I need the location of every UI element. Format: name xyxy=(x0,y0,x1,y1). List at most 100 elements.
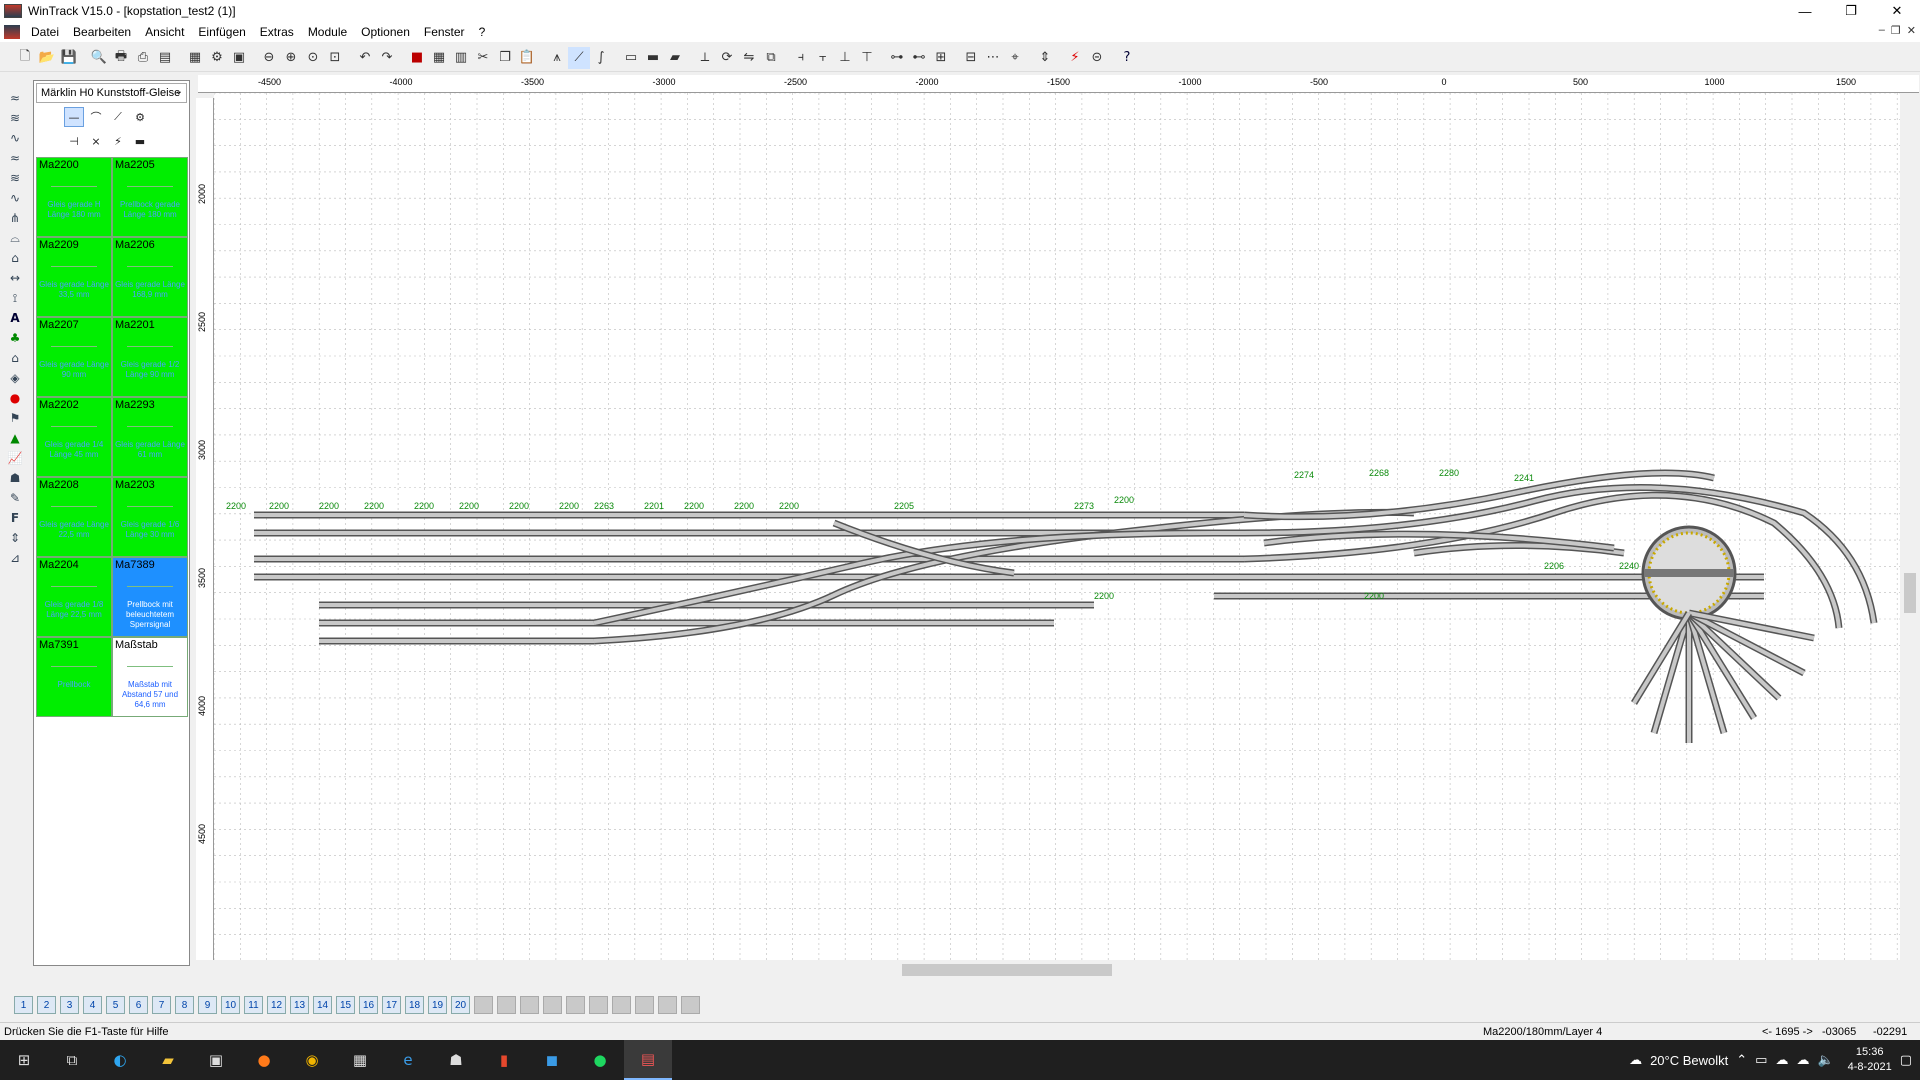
print-icon[interactable]: 🖶 xyxy=(110,47,132,69)
horizontal-scroll-thumb[interactable] xyxy=(902,964,1112,976)
tunnel-icon[interactable]: ⌂ xyxy=(4,248,26,268)
flex-track3-icon[interactable]: ∿ xyxy=(4,128,26,148)
layer-button-10[interactable]: 10 xyxy=(221,996,240,1014)
file-explorer-icon[interactable]: ▰ xyxy=(144,1040,192,1080)
align-bottom-icon[interactable]: ⊷ xyxy=(908,47,930,69)
node-icon[interactable]: ⟟ xyxy=(4,288,26,308)
catalog-selector[interactable]: Märklin H0 Kunststoff-Gleise ⌄ xyxy=(36,83,187,103)
stall-track-ballast[interactable] xyxy=(1652,612,1691,734)
calculator-icon[interactable]: ▦ xyxy=(336,1040,384,1080)
new-file-icon[interactable]: 🗋 xyxy=(14,47,36,69)
layer-button-empty[interactable] xyxy=(497,996,516,1014)
layout-canvas[interactable]: 2200 2200 2200 2200 2200 2200 2200 2200 2263 2201… xyxy=(213,92,1900,960)
turntable-bridge[interactable] xyxy=(1644,569,1734,577)
rotate-icon[interactable]: ⟳ xyxy=(716,47,738,69)
help-icon[interactable]: ? xyxy=(1116,47,1138,69)
mdi-restore-button[interactable]: ❐ xyxy=(1891,24,1901,37)
layer-button-4[interactable]: 4 xyxy=(83,996,102,1014)
align-left-icon[interactable]: ⫞ xyxy=(790,47,812,69)
layer-button-empty[interactable] xyxy=(635,996,654,1014)
layer-button-2[interactable]: 2 xyxy=(37,996,56,1014)
signal-pole-icon[interactable]: ⚑ xyxy=(4,408,26,428)
notification-icon[interactable]: ▢ xyxy=(1900,1053,1912,1068)
office-icon[interactable]: ▮ xyxy=(480,1040,528,1080)
layer-button-empty[interactable] xyxy=(543,996,562,1014)
zoom-fit-icon[interactable]: ⊙ xyxy=(302,47,324,69)
chart-icon[interactable]: 📈 xyxy=(4,448,26,468)
text-icon[interactable]: A xyxy=(4,308,26,328)
clock[interactable]: 15:36 4-8-2021 xyxy=(1848,1045,1892,1075)
menu-help[interactable]: ? xyxy=(472,25,493,39)
book-icon[interactable]: ■ xyxy=(406,47,428,69)
volume-icon[interactable]: 🔈 xyxy=(1817,1053,1833,1068)
layer-button-19[interactable]: 19 xyxy=(428,996,447,1014)
ie-icon[interactable]: e xyxy=(384,1040,432,1080)
landscape-icon[interactable]: ▲ xyxy=(4,428,26,448)
undo-icon[interactable]: ↶ xyxy=(354,47,376,69)
layer-button-empty[interactable] xyxy=(612,996,631,1014)
layer-front-icon[interactable]: ▭ xyxy=(620,47,642,69)
catalog-tile-ma2207[interactable]: Ma2207 Gleis gerade Länge 90 mm xyxy=(36,317,112,397)
vertical-scrollbar[interactable] xyxy=(1902,93,1918,960)
catalog-tile-ma2293[interactable]: Ma2293 Gleis gerade Länge 61 mm xyxy=(112,397,188,477)
align-mid-icon[interactable]: ⊶ xyxy=(886,47,908,69)
layer-button-empty[interactable] xyxy=(658,996,677,1014)
mdi-close-button[interactable]: ✕ xyxy=(1907,24,1916,37)
flex-track5-icon[interactable]: ≋ xyxy=(4,168,26,188)
chrome-icon[interactable]: ◉ xyxy=(288,1040,336,1080)
electric-type-icon[interactable]: ⚡ xyxy=(108,131,128,151)
menu-module[interactable]: Module xyxy=(301,25,354,39)
layer-button-6[interactable]: 6 xyxy=(129,996,148,1014)
curved-track-icon[interactable]: ⌒ xyxy=(86,107,106,127)
layer-button-15[interactable]: 15 xyxy=(336,996,355,1014)
mdi-minimize-button[interactable]: – xyxy=(1879,24,1885,37)
bridge-icon[interactable]: ⌓ xyxy=(4,228,26,248)
layer-button-3[interactable]: 3 xyxy=(60,996,79,1014)
layer-mid-icon[interactable]: ▬ xyxy=(642,47,664,69)
filter-icon[interactable]: ⩚ xyxy=(546,47,568,69)
layer-button-11[interactable]: 11 xyxy=(244,996,263,1014)
catalog-tile-ma2202[interactable]: Ma2202 Gleis gerade 1/4 Länge 45 mm xyxy=(36,397,112,477)
tray-chevron-up-icon[interactable]: ⌃ xyxy=(1736,1053,1747,1068)
height-marker-icon[interactable]: ⇕ xyxy=(4,528,26,548)
layer-button-16[interactable]: 16 xyxy=(359,996,378,1014)
layer-button-17[interactable]: 17 xyxy=(382,996,401,1014)
align-right-icon[interactable]: ⊥ xyxy=(834,47,856,69)
menu-einfuegen[interactable]: Einfügen xyxy=(191,25,252,39)
flex-track-icon[interactable]: ≈ xyxy=(4,88,26,108)
layer-button-13[interactable]: 13 xyxy=(290,996,309,1014)
zoom-in-icon[interactable]: ⊕ xyxy=(280,47,302,69)
app-icon[interactable]: ☗ xyxy=(432,1040,480,1080)
layer-button-20[interactable]: 20 xyxy=(451,996,470,1014)
firefox-icon[interactable]: ● xyxy=(240,1040,288,1080)
cut-icon[interactable]: ✂ xyxy=(472,47,494,69)
grid2-icon[interactable]: ▥ xyxy=(450,47,472,69)
catalog-tile-ma2208[interactable]: Ma2208 Gleis gerade Länge 22,5 mm xyxy=(36,477,112,557)
house-icon[interactable]: ⌂ xyxy=(4,348,26,368)
ungroup-icon[interactable]: ⊟ xyxy=(960,47,982,69)
catalog-tile-ma7391[interactable]: Ma7391 Prellbock xyxy=(36,637,112,717)
layer-button-7[interactable]: 7 xyxy=(152,996,171,1014)
align-top-icon[interactable]: ⊤ xyxy=(856,47,878,69)
store-icon[interactable]: ▣ xyxy=(192,1040,240,1080)
mirror-icon[interactable]: ⇋ xyxy=(738,47,760,69)
network-icon[interactable]: ▭ xyxy=(1755,1053,1767,1068)
menu-fenster[interactable]: Fenster xyxy=(417,25,472,39)
image-icon[interactable]: ▣ xyxy=(228,47,250,69)
ramp-icon[interactable]: ⊿ xyxy=(4,548,26,568)
electric-icon[interactable]: ⚡ xyxy=(1064,47,1086,69)
turnout-type-icon[interactable]: ⟋ xyxy=(108,107,128,127)
font-icon[interactable]: F xyxy=(4,508,26,528)
layer-button-empty[interactable] xyxy=(681,996,700,1014)
height-icon[interactable]: ⇕ xyxy=(1034,47,1056,69)
flex-track6-icon[interactable]: ∿ xyxy=(4,188,26,208)
open-folder-icon[interactable]: 📂 xyxy=(36,47,58,69)
module-icon[interactable]: ▦ xyxy=(184,47,206,69)
catalog-tile-ma2201[interactable]: Ma2201 Gleis gerade 1/2 Länge 90 mm xyxy=(112,317,188,397)
zoom-out-icon[interactable]: ⊖ xyxy=(258,47,280,69)
pen-icon[interactable]: ✎ xyxy=(4,488,26,508)
layer-button-9[interactable]: 9 xyxy=(198,996,217,1014)
grid-icon[interactable]: ▦ xyxy=(428,47,450,69)
horizontal-scrollbar[interactable] xyxy=(214,962,1900,978)
close-button[interactable]: ✕ xyxy=(1874,0,1920,22)
